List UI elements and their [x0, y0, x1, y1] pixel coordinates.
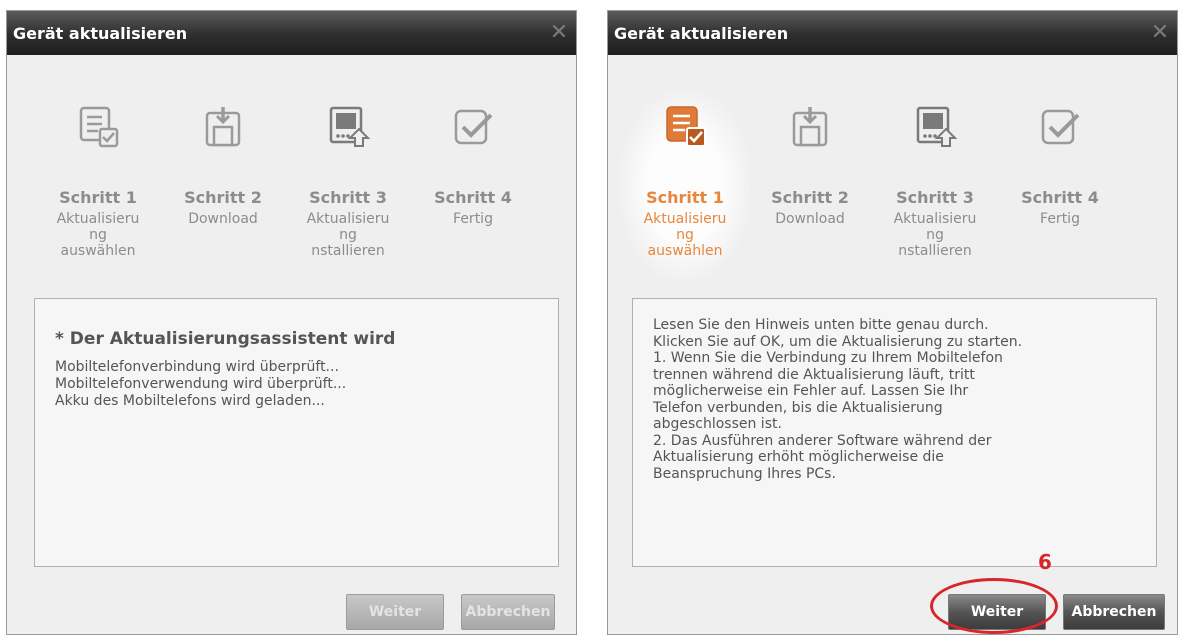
step-4-desc: Fertig [408, 211, 538, 227]
step-4-name: Schritt 4 [434, 188, 512, 207]
step-1-desc-line-3: auswählen [647, 243, 723, 259]
done-check-icon [1041, 109, 1080, 145]
status-line: Mobiltelefonverbindung wird überprüft... [55, 359, 339, 375]
step-1-desc-line-2: ng [89, 227, 107, 243]
dialog-titlebar: Gerät aktualisieren ✕ [7, 11, 576, 55]
step-3: Schritt 3 Aktualisieru ng nstallieren [870, 91, 1000, 281]
next-button[interactable]: Weiter [346, 594, 444, 630]
step-3-desc-line-3: nstallieren [898, 243, 972, 259]
step-3-name: Schritt 3 [309, 188, 387, 207]
step-3-desc: Aktualisieru ng nstallieren [283, 211, 413, 259]
step-1-desc: Aktualisieru ng auswählen [33, 211, 163, 259]
step-2-desc: Download [158, 211, 288, 227]
step-4-desc-line-1: Fertig [453, 211, 493, 227]
step-1-name: Schritt 1 [59, 188, 137, 207]
step-3-name: Schritt 3 [896, 188, 974, 207]
dialog-title: Gerät aktualisieren [13, 23, 188, 43]
cancel-button[interactable]: Abbrechen [461, 594, 555, 630]
step-4-name: Schritt 4 [1021, 188, 1099, 207]
step-3: Schritt 3 Aktualisieru ng nstallieren [283, 91, 413, 281]
annotation-highlight-oval [930, 578, 1058, 634]
step-2: Schritt 2 Download [745, 91, 875, 281]
step-1-desc-line-1: Aktualisieru [643, 211, 727, 227]
wizard-content-box: * Der Aktualisierungsassistent wird Mobi… [34, 298, 559, 567]
step-2-name: Schritt 2 [771, 188, 849, 207]
notice-line: möglicherweise ein Fehler auf. Lassen Si… [653, 383, 969, 399]
notice-line: 2. Das Ausführen anderer Software währen… [653, 432, 992, 449]
step-1-name: Schritt 1 [646, 188, 724, 207]
step-2-desc-line-1: Download [188, 211, 258, 227]
notice-content-box: Lesen Sie den Hinweis unten bitte genau … [632, 298, 1157, 567]
close-icon[interactable]: ✕ [546, 20, 572, 46]
notice-text: Lesen Sie den Hinweis unten bitte genau … [653, 317, 1146, 482]
step-1-desc: Aktualisieru ng auswählen [620, 211, 750, 259]
step-4: Schritt 4 Fertig [995, 91, 1125, 281]
step-2: Schritt 2 Download [158, 91, 288, 281]
notice-line: Aktualisierung erhöht möglicherweise die [653, 449, 944, 465]
notice-line: Beanspruchung Ihres PCs. [653, 465, 836, 482]
step-1-desc-line-3: auswählen [60, 243, 136, 259]
install-icon [916, 106, 957, 147]
wizard-status-lines: Mobiltelefonverbindung wird überprüft...… [55, 359, 346, 410]
step-3-desc-line-2: ng [339, 227, 357, 243]
dialog-titlebar: Gerät aktualisieren ✕ [608, 11, 1177, 55]
step-4-desc-line-1: Fertig [1040, 211, 1080, 227]
checklist-icon [79, 106, 119, 148]
step-3-desc: Aktualisieru ng nstallieren [870, 211, 1000, 259]
download-icon [792, 107, 828, 147]
notice-line: abgeschlossen ist. [653, 416, 782, 432]
notice-line: 1. Wenn Sie die Verbindung zu Ihrem Mobi… [653, 350, 1003, 366]
step-3-desc-line-2: ng [926, 227, 944, 243]
download-icon [205, 107, 241, 147]
wizard-heading: * Der Aktualisierungsassistent wird [55, 329, 396, 349]
step-3-desc-line-1: Aktualisieru [306, 211, 390, 227]
step-2-desc-line-1: Download [775, 211, 845, 227]
done-check-icon [454, 109, 493, 145]
notice-line: Telefon verbunden, bis die Aktualisierun… [653, 399, 943, 416]
status-line: Mobiltelefonverwendung wird überprüft... [55, 376, 347, 392]
dialog-title: Gerät aktualisieren [614, 23, 789, 43]
notice-line: Lesen Sie den Hinweis unten bitte genau … [653, 317, 989, 333]
notice-line: Klicken Sie auf OK, um die Aktualisierun… [653, 333, 1023, 350]
step-1-desc-line-2: ng [676, 227, 694, 243]
step-4-desc: Fertig [995, 211, 1125, 227]
status-line: Akku des Mobiltelefons wird geladen... [55, 393, 325, 409]
step-3-desc-line-1: Aktualisieru [893, 211, 977, 227]
step-1: Schritt 1 Aktualisieru ng auswählen [33, 91, 163, 281]
step-3-desc-line-3: nstallieren [311, 243, 385, 259]
step-4: Schritt 4 Fertig [408, 91, 538, 281]
step-1-desc-line-1: Aktualisieru [56, 211, 140, 227]
notice-line: trennen während die Aktualisierung läuft… [653, 366, 975, 383]
wizard-steps: Schritt 1 Aktualisieru ng auswählen Schr… [33, 91, 553, 281]
step-2-desc: Download [745, 211, 875, 227]
install-icon [329, 106, 370, 147]
update-dialog-initial: Gerät aktualisieren ✕ Schritt 1 Aktualis… [6, 10, 577, 635]
checklist-icon [666, 106, 706, 147]
wizard-steps: Schritt 1 Aktualisieru ng auswählen Schr… [620, 91, 1140, 281]
step-1: Schritt 1 Aktualisieru ng auswählen [620, 91, 750, 281]
step-2-name: Schritt 2 [184, 188, 262, 207]
cancel-button[interactable]: Abbrechen [1063, 594, 1165, 630]
step-annotation-number: 6 [1038, 550, 1052, 574]
close-icon[interactable]: ✕ [1147, 20, 1173, 46]
update-dialog-notice: Gerät aktualisieren ✕ Schritt 1 Aktualis… [607, 10, 1178, 635]
